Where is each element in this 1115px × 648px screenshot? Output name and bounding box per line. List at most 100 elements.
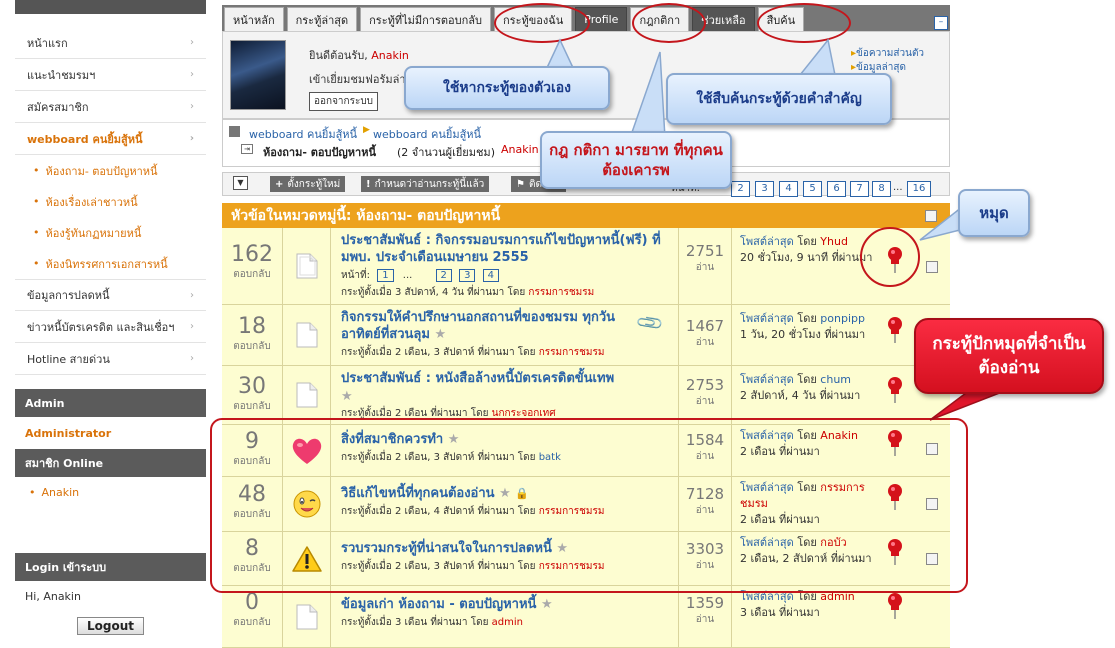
folder-icon [229, 126, 240, 137]
last-post-author[interactable]: ponpipp [820, 312, 865, 325]
chevron-right-icon: › [190, 321, 194, 332]
topic-author[interactable]: กรรมการชมรม [528, 287, 594, 298]
views-cell: 1359 อ่าน [679, 586, 732, 647]
topic-cell: ข้อมูลเก่า ห้องถาม - ตอบปัญหาหนี้ ★ กระท… [331, 586, 679, 647]
table-row: 162 ตอบกลับ ประชาสัมพันธ์ : กิจกรรมอบรมกา… [222, 228, 950, 305]
topic-page-link[interactable]: 4 [482, 269, 499, 282]
star-icon: ★ [434, 327, 447, 342]
sidebar-item-webboard[interactable]: webboard คนยิ้มสู้หนี้ › [15, 123, 206, 155]
breadcrumb-link-1[interactable]: webboard คนยิ้มสู้หนี้ [249, 125, 357, 143]
chevron-right-icon: › [189, 133, 194, 144]
viewer-name[interactable]: Anakin [501, 143, 539, 156]
sidebar-item-register[interactable]: สมัครสมาชิก › [15, 91, 206, 123]
sidebar-sub-qa[interactable]: ห้องถาม- ตอบปัญหาหนี้ [15, 155, 206, 186]
last-post-time: 2 สัปดาห์, 4 วัน ที่ผ่านมา [740, 389, 861, 402]
sidebar-item-home[interactable]: หน้าแรก › [15, 27, 206, 59]
topic-title[interactable]: กิจกรรมให้คำปรึกษานอกสถานที่ของชมรม ทุกว… [341, 309, 668, 343]
annotation-ring [494, 3, 590, 43]
flag-icon: ⚑ [516, 178, 525, 190]
topic-title[interactable]: ประชาสัมพันธ์ : หนังสือล้างหนี้บัตรเครดิ… [341, 370, 668, 387]
page-4-link[interactable]: 4 [779, 181, 798, 197]
chevron-right-icon: › [190, 101, 194, 112]
welcome-user[interactable]: Anakin [371, 49, 409, 62]
online-user[interactable]: • Anakin [15, 477, 206, 507]
admin-heading: Admin [15, 389, 206, 417]
exclamation-icon: ! [366, 178, 371, 190]
reply-count-cell: 0 ตอบกลับ [222, 586, 283, 647]
mark-read-button[interactable]: ! กำหนดว่าอ่านกระทู้นี้แล้ว [361, 176, 490, 192]
page-8-link[interactable]: 8 [872, 181, 891, 197]
tab-latest[interactable]: กระทู้ล่าสุด [286, 7, 358, 31]
page-5-link[interactable]: 5 [803, 181, 822, 197]
tab-home[interactable]: หน้าหลัก [224, 7, 284, 31]
last-post-link[interactable]: โพสต์ล่าสุด [740, 312, 794, 325]
topic-checkbox[interactable] [926, 261, 938, 273]
topic-author[interactable]: กรรมการชมรม [539, 347, 605, 358]
sidebar-item-debt-info[interactable]: ข้อมูลการปลดหนี้ › [15, 279, 206, 311]
reply-count-cell: 162 ตอบกลับ [222, 228, 283, 304]
last-post-link[interactable]: โพสต์ล่าสุด [740, 235, 794, 248]
page-3-link[interactable]: 3 [755, 181, 774, 197]
topic-meta: กระทู้ตั้งเมื่อ 3 สัปดาห์, 4 วัน ที่ผ่าน… [341, 285, 668, 300]
document-icon [296, 382, 317, 408]
star-icon: ★ [540, 597, 553, 612]
sidebar-sub-docs[interactable]: ห้องนิทรรศการเอกสารหนี้ [15, 248, 206, 279]
topic-page-link[interactable]: 1 [377, 269, 394, 282]
last-post-link[interactable]: โพสต์ล่าสุด [740, 373, 794, 386]
topic-cell: กิจกรรมให้คำปรึกษานอกสถานที่ของชมรม ทุกว… [331, 305, 679, 365]
pin-icon [888, 317, 902, 343]
sidebar-item-label: webboard คนยิ้มสู้หนี้ [27, 132, 143, 146]
topic-author[interactable]: admin [492, 617, 523, 628]
view-count: 1359 [685, 594, 725, 612]
views-label: อ่าน [695, 337, 715, 348]
topic-pages: หน้าที่: 1 ... 2 3 4 [341, 268, 668, 283]
sidebar-item-label: หน้าแรก [27, 36, 68, 50]
topic-page-link[interactable]: 3 [459, 269, 476, 282]
table-row: 0 ตอบกลับ ข้อมูลเก่า ห้องถาม - ตอบปัญหาหน… [222, 586, 950, 648]
sidebar-sub-stories[interactable]: ห้องเรื่องเล่าชาวหนี้ [15, 186, 206, 217]
page-16-link[interactable]: 16 [907, 181, 931, 197]
breadcrumb-link-2[interactable]: webboard คนยิ้มสู้หนี้ [373, 125, 481, 143]
topic-page-link[interactable]: 2 [435, 269, 452, 282]
views-cell: 1467 อ่าน [679, 305, 732, 365]
page-2-link[interactable]: 2 [731, 181, 750, 197]
reply-count-cell: 18 ตอบกลับ [222, 305, 283, 365]
topic-title[interactable]: ประชาสัมพันธ์ : กิจกรรมอบรมการแก้ไขปัญหา… [341, 232, 668, 266]
sidebar-top-bar [15, 0, 206, 14]
reply-count-cell: 30 ตอบกลับ [222, 366, 283, 424]
views-label: อ่าน [695, 614, 715, 625]
reply-count: 162 [231, 242, 273, 267]
topic-title[interactable]: ข้อมูลเก่า ห้องถาม - ตอบปัญหาหนี้ ★ [341, 596, 668, 613]
annotation-ring [632, 3, 706, 43]
sidebar-sub-law[interactable]: ห้องรู้ทันกฏหมายหนี้ [15, 217, 206, 248]
tab-unanswered[interactable]: กระทู้ที่ไม่มีการตอบกลับ [360, 7, 491, 31]
topic-meta-text: กระทู้ตั้งเมื่อ 3 สัปดาห์, 4 วัน ที่ผ่าน… [341, 287, 526, 298]
private-message-label: ข้อความส่วนตัว [856, 48, 925, 59]
page-6-link[interactable]: 6 [827, 181, 846, 197]
login-greeting: Hi, Anakin [25, 589, 81, 603]
private-message-link[interactable]: ▸ข้อความส่วนตัว [851, 46, 924, 61]
new-topic-button[interactable]: + ตั้งกระทู้ใหม่ [270, 176, 346, 192]
annotation-ring [757, 3, 851, 43]
select-all-checkbox[interactable] [925, 210, 937, 222]
admin-name[interactable]: Administrator [15, 417, 206, 449]
sidebar-item-about[interactable]: แนะนำชมรมฯ › [15, 59, 206, 91]
logout-button[interactable]: Logout [76, 617, 144, 635]
welcome-line: ยินดีต้อนรับ, Anakin [309, 46, 409, 64]
views-label: อ่าน [695, 396, 715, 407]
dropdown-icon[interactable]: ▼ [233, 176, 248, 190]
welcome-logout-button[interactable]: ออกจากระบบ [309, 92, 379, 111]
last-post-by: โดย [797, 235, 817, 248]
last-post-author[interactable]: Yhud [820, 235, 848, 248]
sidebar-item-label: ข้อมูลการปลดหนี้ [27, 289, 110, 302]
page-7-link[interactable]: 7 [850, 181, 869, 197]
collapse-icon[interactable]: – [934, 16, 948, 30]
last-post-author[interactable]: chum [820, 373, 851, 386]
last-post-by: โดย [797, 312, 817, 325]
topic-meta-text: กระทู้ตั้งเมื่อ 2 เดือน, 3 สัปดาห์ ที่ผ่… [341, 347, 536, 358]
sidebar-item-hotline[interactable]: Hotline สายด่วน › [15, 343, 206, 375]
forum-title: หัวข้อในหมวดหมู่นี้: ห้องถาม- ตอบปัญหาหน… [231, 207, 501, 224]
last-post-by: โดย [797, 373, 817, 386]
online-heading: สมาชิก Online [15, 449, 206, 477]
sidebar-item-news[interactable]: ข่าวหนี้บัตรเครดิต และสินเชื่อฯ › [15, 311, 206, 343]
